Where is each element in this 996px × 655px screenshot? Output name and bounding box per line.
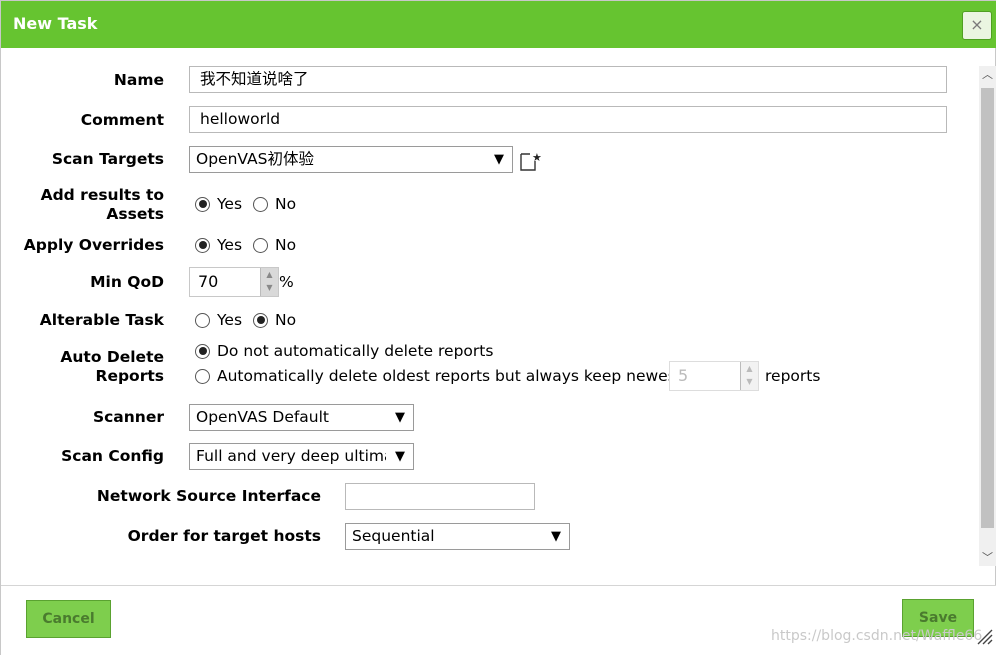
svg-text:★: ★ (532, 151, 541, 164)
auto-delete-no-radio[interactable]: Do not automatically delete reports (195, 342, 493, 360)
chevron-down-icon: ▼ (494, 152, 504, 167)
scan-targets-value: OpenVAS初体验 (196, 150, 314, 168)
cancel-button[interactable]: Cancel (26, 600, 111, 638)
auto-delete-keep-radio[interactable]: Automatically delete oldest reports but … (195, 367, 682, 385)
scan-targets-select[interactable]: OpenVAS初体验 ▼ (189, 146, 513, 173)
order-hosts-select[interactable]: Sequential ▼ (345, 523, 570, 550)
scan-targets-label: Scan Targets (51, 150, 164, 168)
dialog-footer: Cancel Save (1, 585, 996, 655)
radio-checked-icon (195, 196, 210, 212)
apply-overrides-no-radio[interactable]: No (253, 236, 296, 254)
radio-unchecked-icon (195, 368, 210, 384)
watermark-text: https://blog.csdn.net/Waffle66 (771, 628, 983, 644)
scan-config-label: Scan Config (61, 447, 164, 465)
add-results-yes-label: Yes (217, 195, 243, 213)
dialog-titlebar: New Task × (1, 1, 996, 48)
scanner-value: OpenVAS Default (196, 408, 330, 426)
form-scroll-area: Name 我不知道说啥了 Comment helloworld Scan Tar… (1, 48, 996, 568)
scan-config-value: Full and very deep ultima (196, 447, 386, 465)
apply-overrides-no-label: No (275, 236, 297, 254)
radio-checked-icon (195, 237, 210, 253)
comment-input[interactable]: helloworld (189, 106, 947, 133)
scanner-label: Scanner (92, 408, 164, 426)
min-qod-unit: % (279, 273, 294, 291)
scroll-up-icon[interactable]: ︿ (979, 66, 996, 83)
order-hosts-value: Sequential (352, 527, 435, 545)
apply-overrides-yes-label: Yes (217, 236, 243, 254)
radio-unchecked-icon (253, 196, 268, 212)
auto-delete-keep-label: Automatically delete oldest reports but … (217, 367, 682, 385)
min-qod-label: Min QoD (90, 273, 164, 291)
order-hosts-label: Order for target hosts (127, 527, 321, 545)
name-label: Name (113, 71, 164, 89)
vertical-scrollbar[interactable]: ︿ ﹀ (979, 66, 996, 566)
scrollbar-thumb[interactable] (981, 88, 994, 528)
auto-delete-no-label: Do not automatically delete reports (217, 342, 494, 360)
alterable-yes-radio[interactable]: Yes (195, 311, 242, 329)
network-source-input[interactable] (345, 483, 535, 510)
dialog-title: New Task (13, 14, 98, 33)
keep-reports-suffix: reports (765, 367, 821, 385)
alterable-yes-label: Yes (217, 311, 243, 329)
scan-config-select[interactable]: Full and very deep ultima ▼ (189, 443, 414, 470)
scanner-select[interactable]: OpenVAS Default ▼ (189, 404, 414, 431)
new-task-dialog: New Task × Name 我不知道说啥了 Comment hellowor… (0, 0, 996, 655)
add-results-no-radio[interactable]: No (253, 195, 296, 213)
add-results-label-line2: Assets (106, 205, 164, 223)
add-results-yes-radio[interactable]: Yes (195, 195, 242, 213)
add-results-no-label: No (275, 195, 297, 213)
chevron-down-icon: ▼ (395, 410, 405, 425)
scroll-down-icon[interactable]: ﹀ (979, 549, 996, 566)
chevron-down-icon: ▼ (551, 529, 561, 544)
alterable-no-label: No (275, 311, 297, 329)
close-icon: × (970, 15, 984, 34)
radio-checked-icon (195, 343, 210, 359)
min-qod-spinner[interactable]: 70 ▲ ▼ (189, 267, 279, 297)
name-input[interactable]: 我不知道说啥了 (189, 66, 947, 93)
comment-label: Comment (80, 111, 164, 129)
apply-overrides-yes-radio[interactable]: Yes (195, 236, 242, 254)
spinner-arrows-icon[interactable]: ▲ ▼ (740, 362, 758, 390)
new-target-icon[interactable]: ★ (519, 151, 541, 171)
add-results-label-line1: Add results to (40, 186, 164, 204)
close-button[interactable]: × (962, 11, 992, 40)
auto-delete-label-line2: Reports (95, 367, 164, 385)
alterable-task-label: Alterable Task (39, 311, 164, 329)
chevron-down-icon: ▼ (395, 444, 405, 469)
radio-checked-icon (253, 312, 268, 328)
radio-unchecked-icon (195, 312, 210, 328)
network-source-label: Network Source Interface (96, 487, 321, 505)
spinner-arrows-icon[interactable]: ▲ ▼ (260, 268, 278, 296)
alterable-no-radio[interactable]: No (253, 311, 296, 329)
auto-delete-label-line1: Auto Delete (60, 348, 164, 366)
min-qod-value: 70 (198, 272, 219, 291)
keep-reports-value: 5 (678, 366, 689, 385)
apply-overrides-label: Apply Overrides (23, 236, 164, 254)
keep-reports-spinner[interactable]: 5 ▲ ▼ (669, 361, 759, 391)
resize-grip-icon[interactable] (973, 625, 993, 645)
radio-unchecked-icon (253, 237, 268, 253)
